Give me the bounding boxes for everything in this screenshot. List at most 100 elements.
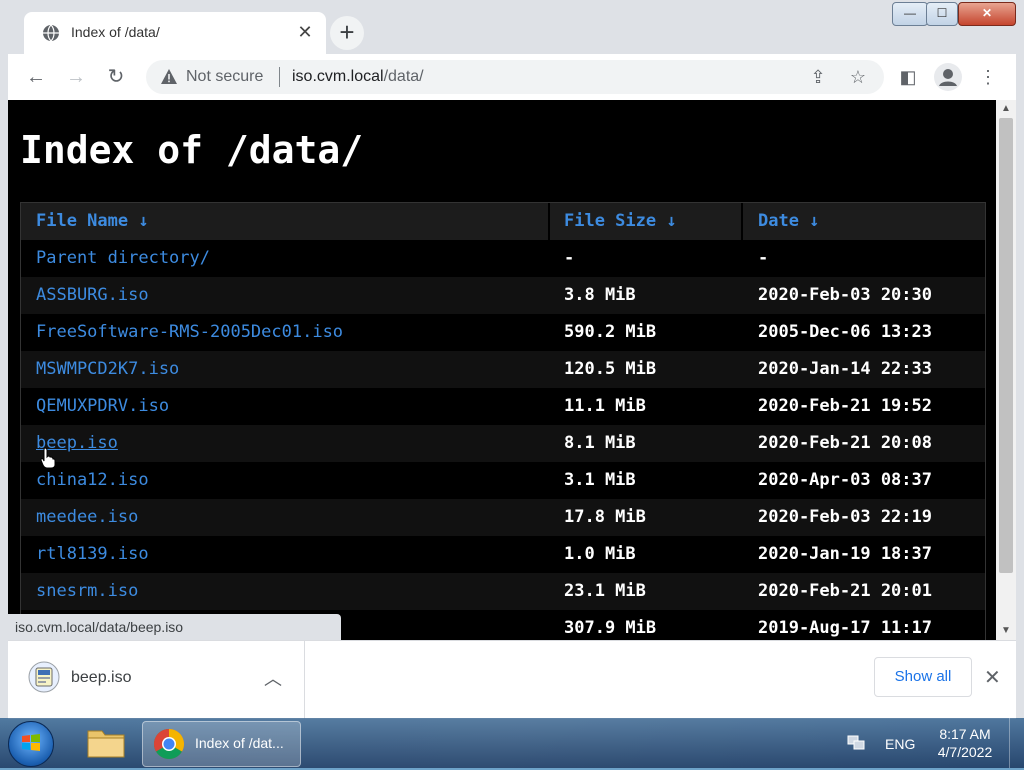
file-size: 11.1 MiB	[564, 396, 646, 416]
reload-icon[interactable]: ↻	[102, 63, 130, 91]
download-item[interactable]: beep.iso ︿	[8, 641, 305, 719]
back-arrow-icon[interactable]: ←	[22, 63, 50, 91]
page-content: Index of /data/ File Name ↓ File Size ↓ …	[8, 100, 996, 640]
column-divider	[741, 203, 743, 240]
table-row: QEMUXPDRV.iso 11.1 MiB 2020-Feb-21 19:52	[21, 388, 985, 425]
file-date: 2020-Jan-19 18:37	[758, 544, 932, 564]
file-size: 3.8 MiB	[564, 285, 636, 305]
file-date: 2020-Feb-21 19:52	[758, 396, 932, 416]
page-scrollbar[interactable]: ▲ ▼	[996, 100, 1016, 640]
scroll-up-arrow-icon[interactable]: ▲	[996, 100, 1016, 118]
file-size: 120.5 MiB	[564, 359, 657, 379]
bookmark-star-icon[interactable]: ☆	[846, 65, 870, 89]
file-size: -	[564, 248, 575, 268]
file-link[interactable]: rtl8139.iso	[36, 536, 149, 573]
file-size: 1.0 MiB	[564, 544, 636, 564]
page-title: Index of /data/	[20, 128, 364, 172]
scrollbar-thumb[interactable]	[999, 118, 1013, 573]
network-icon[interactable]	[846, 732, 866, 752]
start-button[interactable]	[8, 721, 54, 767]
column-header-file-name[interactable]: File Name ↓	[36, 203, 149, 240]
url-host: iso.cvm.local	[292, 68, 384, 85]
table-row: MSWMPCD2K7.iso 120.5 MiB 2020-Jan-14 22:…	[21, 351, 985, 388]
table-row: snesrm.iso 23.1 MiB 2020-Feb-21 20:01	[21, 573, 985, 610]
tab-strip: Index of /data/ ✕ +	[8, 0, 1016, 54]
file-link[interactable]: snesrm.iso	[36, 573, 138, 610]
not-secure-label[interactable]: Not secure	[186, 68, 263, 86]
file-date: 2020-Apr-03 08:37	[758, 470, 932, 490]
maximize-button[interactable]: ☐	[926, 2, 958, 26]
taskbar-chrome-button[interactable]: Index of /dat...	[142, 721, 301, 767]
table-row: beep.iso 8.1 MiB 2020-Feb-21 20:08	[21, 425, 985, 462]
file-date: 2020-Feb-21 20:08	[758, 433, 932, 453]
taskbar-explorer-button[interactable]	[80, 721, 132, 765]
share-icon[interactable]: ⇪	[806, 65, 830, 89]
file-size: 590.2 MiB	[564, 322, 657, 342]
file-link[interactable]: FreeSoftware-RMS-2005Dec01.iso	[36, 314, 343, 351]
windows-logo-icon	[22, 734, 40, 751]
table-row: rtl8139.iso 1.0 MiB 2020-Jan-19 18:37	[21, 536, 985, 573]
table-row: FreeSoftware-RMS-2005Dec01.iso 590.2 MiB…	[21, 314, 985, 351]
file-listing-table: File Name ↓ File Size ↓ Date ↓ Parent di…	[20, 202, 986, 640]
taskbar-chrome-label: Index of /dat...	[195, 735, 284, 751]
table-row: ASSBURG.iso 3.8 MiB 2020-Feb-03 20:30	[21, 277, 985, 314]
file-date: 2020-Jan-14 22:33	[758, 359, 932, 379]
table-header-row: File Name ↓ File Size ↓ Date ↓	[21, 203, 985, 240]
minimize-button[interactable]: —	[892, 2, 928, 26]
file-size: 307.9 MiB	[564, 618, 657, 638]
tab-close-icon[interactable]: ✕	[294, 21, 316, 43]
column-header-date[interactable]: Date ↓	[758, 203, 819, 240]
file-link[interactable]: QEMUXPDRV.iso	[36, 388, 169, 425]
file-size: 8.1 MiB	[564, 433, 636, 453]
more-menu-icon[interactable]: ⋮	[974, 63, 1002, 91]
download-shelf: beep.iso ︿ Show all ✕	[8, 640, 1016, 719]
address-bar[interactable]: Not secure iso.cvm.local/data/ ⇪ ☆	[146, 60, 884, 94]
omnibox-divider	[279, 67, 280, 87]
table-row: Parent directory/ - -	[21, 240, 985, 277]
column-divider	[548, 203, 550, 240]
profile-avatar[interactable]	[934, 63, 962, 91]
file-date: 2020-Feb-21 20:01	[758, 581, 932, 601]
clock-time: 8:17 AM	[939, 726, 991, 742]
tab-index-of-data[interactable]: Index of /data/ ✕	[24, 12, 326, 54]
file-link[interactable]: meedee.iso	[36, 499, 138, 536]
system-clock[interactable]: 8:17 AM 4/7/2022	[930, 725, 1000, 761]
file-date: 2020-Feb-03 22:19	[758, 507, 932, 527]
chrome-icon	[153, 729, 185, 760]
browser-window: Index of /data/ ✕ + — ☐ ✕ ← → ↻ Not secu…	[0, 0, 1024, 719]
language-indicator[interactable]: ENG	[885, 736, 915, 752]
new-tab-button[interactable]: +	[330, 16, 364, 50]
person-icon	[939, 69, 957, 86]
file-date: 2005-Dec-06 13:23	[758, 322, 932, 342]
tab-title: Index of /data/	[71, 24, 160, 40]
file-link[interactable]: MSWMPCD2K7.iso	[36, 351, 179, 388]
show-all-button[interactable]: Show all	[874, 657, 972, 697]
file-size: 23.1 MiB	[564, 581, 646, 601]
file-date: 2020-Feb-03 20:30	[758, 285, 932, 305]
file-link[interactable]: ASSBURG.iso	[36, 277, 149, 314]
file-size: 3.1 MiB	[564, 470, 636, 490]
browser-toolbar: ← → ↻ Not secure iso.cvm.local/data/ ⇪ ☆…	[8, 54, 1016, 101]
table-row: china12.iso 3.1 MiB 2020-Apr-03 08:37	[21, 462, 985, 499]
url-text[interactable]: iso.cvm.local/data/	[292, 68, 424, 86]
link-status-bubble: iso.cvm.local/data/beep.iso	[8, 614, 341, 640]
side-panel-icon[interactable]: ◧	[894, 63, 922, 91]
file-size: 17.8 MiB	[564, 507, 646, 527]
taskbar: Index of /dat... ENG 8:17 AM 4/7/2022	[0, 718, 1024, 768]
show-desktop-button[interactable]	[1009, 718, 1024, 768]
iso-file-icon	[28, 661, 60, 693]
window-close-button[interactable]: ✕	[958, 2, 1016, 26]
globe-icon	[43, 24, 59, 42]
warning-icon[interactable]	[160, 68, 178, 86]
forward-arrow-icon[interactable]: →	[62, 63, 90, 91]
clock-date: 4/7/2022	[937, 744, 993, 760]
scroll-down-arrow-icon[interactable]: ▼	[996, 622, 1016, 640]
column-header-file-size[interactable]: File Size ↓	[564, 203, 677, 240]
url-path: /data/	[383, 68, 424, 85]
folder-icon	[87, 730, 125, 758]
file-link[interactable]: Parent directory/	[36, 240, 210, 277]
close-icon[interactable]: ✕	[984, 665, 1001, 690]
table-row: meedee.iso 17.8 MiB 2020-Feb-03 22:19	[21, 499, 985, 536]
chevron-up-icon[interactable]: ︿	[264, 665, 282, 691]
hand-cursor-icon	[40, 447, 56, 469]
